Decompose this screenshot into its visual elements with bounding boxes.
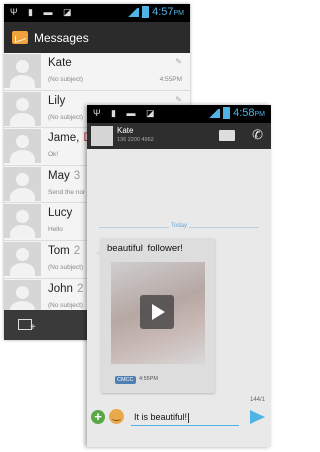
thread-name: Kate [48,57,72,69]
contact-number: 136 2200 4962 [117,137,154,143]
signal-icon [208,108,221,118]
thread-subject: Hello [48,226,63,234]
attachment-icon: ✎ [175,94,182,104]
avatar [4,91,41,126]
contact-card-icon[interactable] [219,130,235,141]
status-bar: Ψ ▮ ▬ ◪ 4:58PM [87,105,271,123]
emoji-icon[interactable] [109,409,124,424]
battery-icon [142,6,150,18]
contact-avatar [91,126,113,146]
thread-subject: (No subject) [48,76,84,83]
avatar [4,279,41,314]
thread-subject: Send the nor [48,188,86,196]
thread-row[interactable]: Kate ✎ (No subject) 4:55PM [4,53,190,91]
notification-icons: Ψ ▮ ▬ ◪ [10,7,76,17]
send-icon[interactable] [250,410,265,424]
messages-app-icon [12,31,28,44]
date-separator: Today [87,223,271,229]
thread-subject: (No subject) [48,301,84,309]
char-counter: 144/1 [249,397,265,403]
status-time: 4:58PM [233,107,265,119]
thread-name: Lily [48,94,66,107]
signal-icon [127,7,140,17]
app-title: Messages [34,30,89,45]
new-message-icon[interactable] [18,319,36,333]
message-input[interactable]: It is beautiful! [131,408,239,426]
avatar [4,54,41,88]
text-cursor [188,412,190,423]
conversation-header: Kate 136 2200 4962 ✆ [87,123,271,149]
carrier-badge: CMCC [115,376,136,384]
avatar [4,204,41,239]
message-time: 4:55PM [139,376,158,382]
phone-icon[interactable]: ✆ [252,127,263,143]
thread-name: May 3 [48,169,81,182]
status-bar: Ψ ▮ ▬ ◪ 4:57PM [4,4,190,22]
attachment-icon: ✎ [175,57,182,66]
thread-name: Jame,D [48,132,92,145]
conversation-screen: Ψ ▮ ▬ ◪ 4:58PM Kate 136 2200 4962 ✆ Toda… [87,105,271,447]
avatar [4,129,41,164]
play-icon[interactable] [140,295,174,329]
message-text: beautiful follower! [107,243,183,254]
video-attachment[interactable] [111,262,205,364]
battery-icon [223,107,231,119]
thread-subject: (No subject) [48,113,84,121]
contact-name: Kate [117,126,134,135]
thread-time: 4:55PM [159,76,182,83]
add-attachment-button[interactable]: + [91,410,105,424]
notification-icons: Ψ ▮ ▬ ◪ [93,108,159,118]
status-time: 4:57PM [152,6,184,18]
thread-subject: (No subject) [48,263,84,271]
avatar [4,241,41,276]
message-bubble[interactable]: beautiful follower! CMCC 4:55PM [96,238,215,393]
thread-name: John 2 [48,282,84,295]
thread-subject: Ok! [48,151,59,159]
thread-name: Lucy [48,207,73,220]
thread-name: Tom 2 [48,244,81,257]
avatar [4,166,41,201]
app-bar: Messages [4,22,190,53]
compose-bar: + It is beautiful! [87,405,271,429]
